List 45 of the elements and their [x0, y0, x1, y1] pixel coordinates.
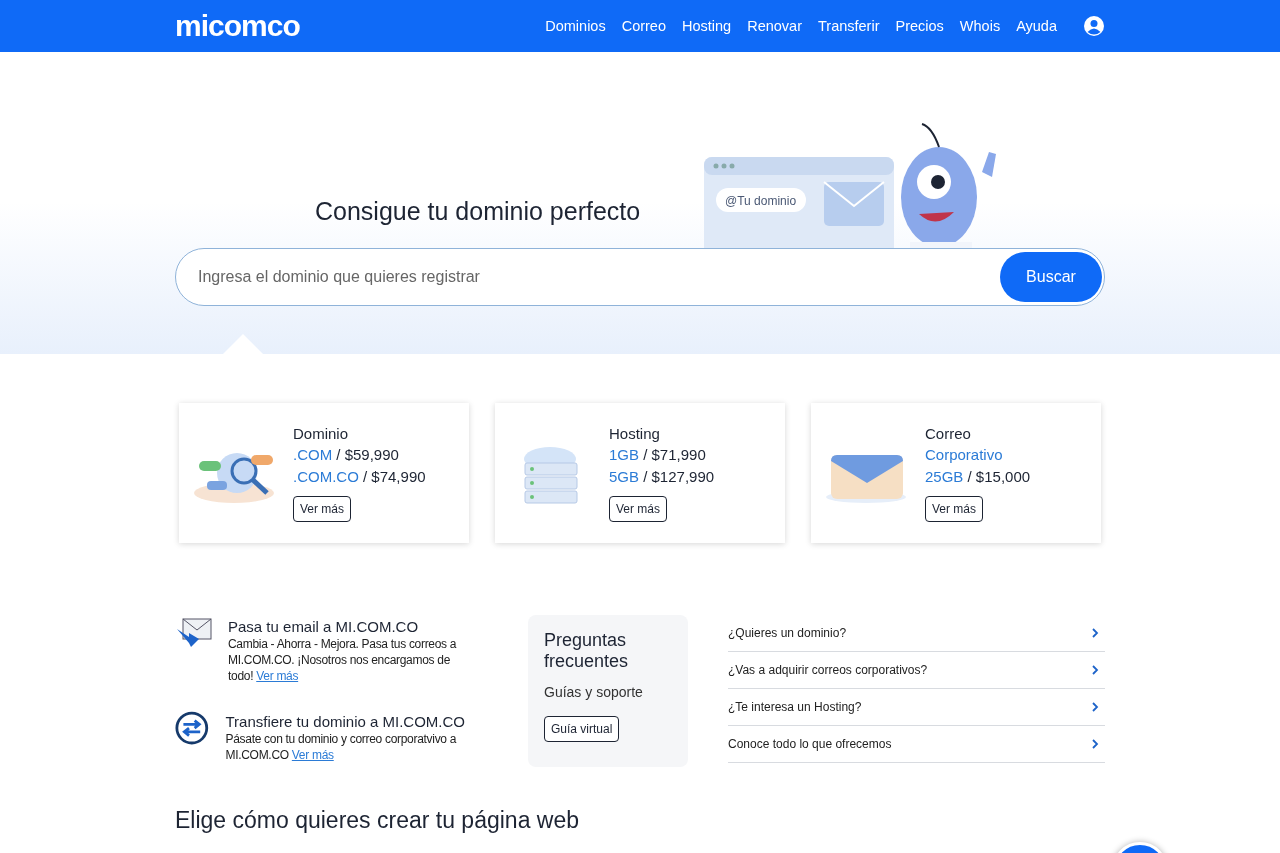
- nav-link[interactable]: Ayuda: [1008, 18, 1065, 34]
- search-button[interactable]: Buscar: [1000, 252, 1102, 302]
- faq-item[interactable]: ¿Vas a adquirir correos corporativos?: [728, 652, 1105, 689]
- promo-description: Pásate con tu dominio y correo corporatvivo a MI.COM.CO Ver más: [225, 731, 458, 763]
- chevron-right-icon: [1091, 738, 1099, 750]
- nav-link[interactable]: Hosting: [674, 18, 740, 34]
- nav-link[interactable]: Correo: [613, 18, 674, 34]
- nav-link[interactable]: Precios: [887, 18, 952, 34]
- price-line: 5GB / $127,990: [609, 466, 715, 487]
- see-more-link[interactable]: Ver más: [256, 669, 299, 683]
- nav-link[interactable]: Renovar: [739, 18, 810, 34]
- site-logo[interactable]: micomco: [175, 9, 300, 43]
- envelope-arrow-icon: [175, 615, 213, 649]
- product-title: Correo: [925, 424, 971, 442]
- see-more-button[interactable]: Ver más: [609, 495, 667, 522]
- promo-description: Cambia - Ahorra - Mejora. Pasa tus correos a MI.COM.CO. ¡Nosotros nos encargamos de todo! Ver más: [228, 636, 458, 684]
- domain-search-field[interactable]: Ingresa el dominio que quieres registrar Buscar: [175, 248, 1105, 306]
- nav-link[interactable]: Dominios: [537, 18, 614, 34]
- nav-link[interactable]: Whois: [951, 18, 1009, 34]
- price-line: .COM / $59,990: [293, 444, 399, 465]
- price-line: Corporativo: [925, 444, 1003, 465]
- see-more-button[interactable]: Ver más: [293, 495, 351, 522]
- virtual-guide-button[interactable]: Guía virtual: [544, 716, 620, 742]
- price-line: 1GB / $71,990: [609, 444, 706, 465]
- mascot-illustration: @Tu dominio: [664, 102, 1025, 248]
- user-account-icon[interactable]: [1083, 15, 1105, 37]
- chevron-right-icon: [1091, 627, 1099, 639]
- chevron-right-icon: [1091, 701, 1099, 713]
- faq-item[interactable]: ¿Te interesa un Hosting?: [728, 689, 1105, 726]
- hero-title: Consigue tu dominio perfecto: [315, 197, 641, 226]
- price-line: .COM.CO / $74,990: [293, 466, 426, 487]
- faq-title: Preguntas frecuentes: [544, 630, 630, 672]
- product-title: Dominio: [293, 424, 349, 442]
- see-more-link[interactable]: Ver más: [291, 748, 334, 762]
- promo-title: Transfiere tu dominio a MI.COM.CO: [225, 713, 465, 730]
- chevron-right-icon: [1091, 664, 1099, 676]
- section-heading: Elige cómo quieres crear tu página web: [175, 807, 580, 833]
- product-title: Hosting: [609, 424, 660, 442]
- faq-item[interactable]: ¿Quieres un dominio?: [728, 615, 1105, 652]
- faq-subtitle: Guías y soporte: [544, 684, 644, 700]
- price-line: 25GB / $15,000: [925, 466, 1031, 487]
- see-more-button[interactable]: Ver más: [925, 495, 983, 522]
- nav-link[interactable]: Transferir: [810, 18, 888, 34]
- promo-title: Pasa tu email a MI.COM.CO: [228, 618, 420, 635]
- faq-item[interactable]: Conoce todo lo que ofrecemos: [728, 726, 1105, 763]
